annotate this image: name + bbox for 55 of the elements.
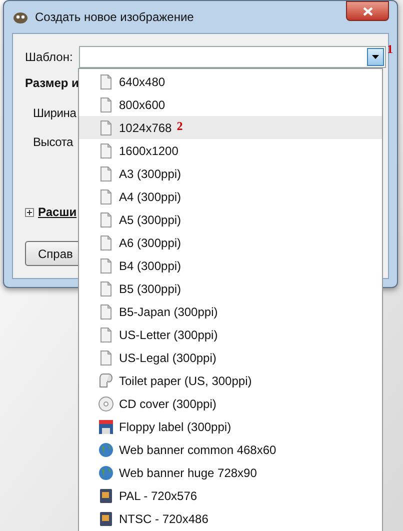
page-icon <box>98 142 114 158</box>
page-icon <box>98 96 114 112</box>
paper-roll-icon <box>98 372 114 388</box>
height-label: Высота <box>33 134 74 151</box>
page-icon <box>98 188 114 204</box>
page-icon <box>98 74 114 90</box>
item-label: 800x600 <box>119 96 166 114</box>
page-icon <box>98 258 114 274</box>
item-label: 1024x768 <box>119 120 172 136</box>
close-button[interactable] <box>346 1 389 21</box>
page-icon <box>98 120 114 136</box>
page-icon <box>98 304 114 320</box>
page-icon <box>98 212 114 228</box>
item-label: Web banner huge 728x90 <box>119 464 257 482</box>
item-label: A4 (300ppi) <box>119 188 182 206</box>
help-button[interactable]: Справ <box>25 241 81 266</box>
item-label: CD cover (300ppi) <box>119 396 216 412</box>
item-label: A3 (300ppi) <box>119 166 182 182</box>
item-label: US-Letter (300ppi) <box>119 326 218 344</box>
dropdown-item[interactable]: 1024x768 2 <box>79 116 382 139</box>
item-label: 640x480 <box>119 74 166 90</box>
page-icon <box>98 326 114 342</box>
globe-icon <box>98 442 114 458</box>
annotation-marker: 2 <box>176 118 183 135</box>
item-label: B5-Japan (300ppi) <box>119 304 218 320</box>
annotation-marker: 1 <box>387 40 393 58</box>
item-label: A5 (300ppi) <box>119 212 182 228</box>
page-icon <box>98 280 114 296</box>
close-icon <box>362 6 372 16</box>
caret-icon <box>372 54 379 58</box>
page-icon <box>98 166 114 182</box>
disc-icon <box>98 396 114 412</box>
item-label: B5 (300ppi) <box>119 280 182 298</box>
page-icon <box>98 350 114 366</box>
advanced-options-label[interactable]: Расши <box>38 203 77 221</box>
item-label: Web banner common 468x60 <box>119 442 276 458</box>
template-label: Шаблон: <box>25 48 74 66</box>
width-label: Ширина <box>33 105 76 122</box>
film-icon <box>98 488 114 504</box>
item-label: US-Legal (300ppi) <box>119 350 216 366</box>
globe-icon <box>98 464 114 480</box>
item-label: B4 (300ppi) <box>119 258 182 274</box>
dropdown-button[interactable] <box>367 48 384 66</box>
app-icon <box>12 10 29 24</box>
window-title: Создать новое изображение <box>35 9 194 26</box>
item-label: Toilet paper (US, 300ppi) <box>119 372 252 390</box>
item-label: Floppy label (300ppi) <box>119 418 232 436</box>
item-label: A6 (300ppi) <box>119 234 182 252</box>
item-label: 1600x1200 <box>119 142 178 160</box>
item-label: NTSC - 720x486 <box>119 510 208 528</box>
item-label: PAL - 720x576 <box>119 488 198 504</box>
film-icon <box>98 510 114 526</box>
section-heading: Размер и <box>25 75 79 92</box>
page-icon <box>98 234 114 250</box>
expand-icon[interactable] <box>25 208 34 216</box>
